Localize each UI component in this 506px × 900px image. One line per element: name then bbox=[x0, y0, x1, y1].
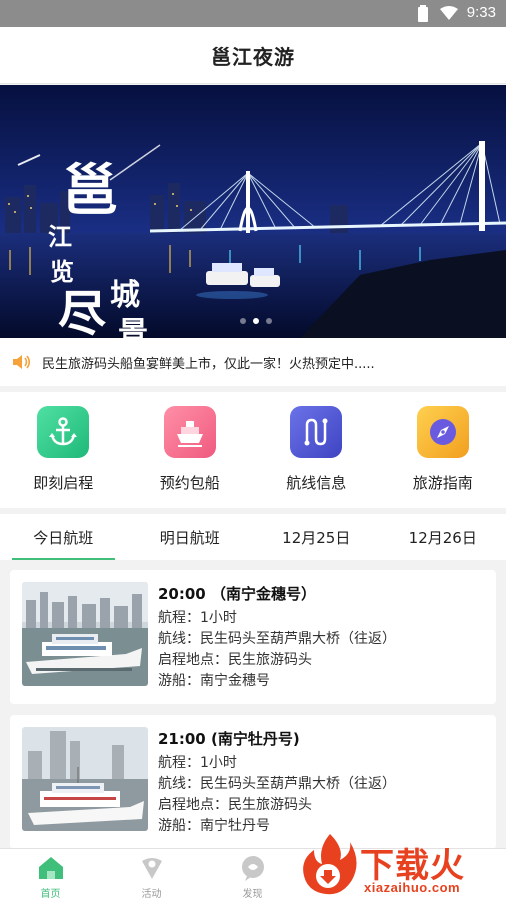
quick-menu-depart[interactable]: 即刻启程 bbox=[0, 392, 127, 508]
watermark-url: xiazaihuo.com bbox=[364, 880, 461, 895]
sailing-card[interactable]: 20:00 （南宁金穗号） 航程：1小时 航线：民生码头至葫芦鼎大桥（往返） 启… bbox=[10, 570, 496, 704]
date-tabs: 今日航班 明日航班 12月25日 12月26日 bbox=[0, 514, 506, 560]
carousel-dot-active[interactable] bbox=[253, 318, 259, 324]
quick-menu-guide[interactable]: 旅游指南 bbox=[380, 392, 506, 508]
tab-today[interactable]: 今日航班 bbox=[0, 514, 127, 560]
sailing-duration: 航程：1小时 bbox=[158, 610, 237, 626]
boat-photo bbox=[22, 727, 148, 831]
page-title: 邕江夜游 bbox=[211, 44, 295, 69]
anchor-icon bbox=[37, 406, 90, 458]
sailing-duration: 航程：1小时 bbox=[158, 755, 237, 771]
svg-text:尽: 尽 bbox=[58, 286, 106, 338]
carousel-indicator bbox=[240, 318, 272, 324]
sailing-info: 20:00 （南宁金穗号） 航程：1小时 航线：民生码头至葫芦鼎大桥（往返） 启… bbox=[158, 580, 488, 692]
quick-menu-label: 旅游指南 bbox=[412, 474, 473, 492]
sailing-departure: 启程地点：民生旅游码头 bbox=[158, 797, 312, 813]
notice-bar[interactable]: 民生旅游码头船鱼宴鲜美上市，仅此一家！火热预定中..... bbox=[0, 338, 506, 386]
nav-discover[interactable]: 发现 bbox=[202, 849, 303, 900]
app-header: 邕江夜游 bbox=[0, 27, 506, 84]
wifi-icon bbox=[440, 6, 458, 20]
quick-menu-charter[interactable]: 预约包船 bbox=[127, 392, 254, 508]
carousel-dot[interactable] bbox=[266, 318, 272, 324]
quick-menu-label: 预约包船 bbox=[159, 474, 220, 492]
home-icon bbox=[38, 857, 63, 879]
discover-icon bbox=[241, 856, 264, 881]
status-bar: 9:33 bbox=[0, 0, 506, 27]
flame-logo-icon bbox=[303, 834, 357, 895]
quick-menu-label: 航线信息 bbox=[286, 474, 347, 492]
sailing-title: 21:00 (南宁牡丹号) bbox=[158, 730, 300, 748]
sailing-title: 20:00 （南宁金穗号） bbox=[158, 585, 316, 603]
sailing-departure: 启程地点：民生旅游码头 bbox=[158, 652, 312, 668]
banner-image: 邕 江 览 尽 城 景 bbox=[0, 85, 506, 338]
status-time: 9:33 bbox=[466, 4, 496, 21]
ship-icon bbox=[163, 406, 216, 458]
tab-dec-26[interactable]: 12月26日 bbox=[380, 514, 506, 560]
sailing-route: 航线：民生码头至葫芦鼎大桥（往返） bbox=[158, 776, 396, 792]
tab-dec-25[interactable]: 12月25日 bbox=[253, 514, 380, 560]
route-icon bbox=[290, 406, 343, 458]
activity-icon bbox=[141, 858, 162, 879]
quick-menu-label: 即刻启程 bbox=[33, 474, 94, 492]
svg-text:览: 览 bbox=[50, 257, 74, 286]
carousel-dot[interactable] bbox=[240, 318, 246, 324]
sailing-card[interactable]: 21:00 (南宁牡丹号) 航程：1小时 航线：民生码头至葫芦鼎大桥（往返） 启… bbox=[10, 715, 496, 849]
nav-label: 首页 bbox=[40, 889, 61, 900]
banner-carousel[interactable]: 邕 江 览 尽 城 景 bbox=[0, 85, 506, 338]
sailing-info: 21:00 (南宁牡丹号) 航程：1小时 航线：民生码头至葫芦鼎大桥（往返） 启… bbox=[158, 725, 488, 837]
quick-menu-routes[interactable]: 航线信息 bbox=[253, 392, 380, 508]
svg-text:江: 江 bbox=[48, 222, 72, 251]
sailing-boat: 游船：南宁金穗号 bbox=[158, 673, 270, 689]
svg-text:景: 景 bbox=[118, 316, 148, 338]
tab-tomorrow[interactable]: 明日航班 bbox=[127, 514, 254, 560]
sailing-route: 航线：民生码头至葫芦鼎大桥（往返） bbox=[158, 631, 396, 647]
nav-home[interactable]: 首页 bbox=[0, 849, 101, 900]
compass-icon bbox=[416, 406, 469, 458]
nav-label: 发现 bbox=[242, 889, 263, 900]
quick-menu: 即刻启程 预约包船 航线信息 旅游指南 bbox=[0, 392, 506, 508]
speaker-icon bbox=[13, 355, 31, 369]
nav-activity[interactable]: 活动 bbox=[101, 849, 202, 900]
watermark-logo: 下载火 xiazaihuo.com bbox=[300, 832, 504, 898]
nav-label: 活动 bbox=[141, 889, 162, 900]
notice-text: 民生旅游码头船鱼宴鲜美上市，仅此一家！火热预定中..... bbox=[42, 356, 375, 372]
boat-photo bbox=[22, 582, 148, 686]
battery-icon bbox=[418, 5, 428, 22]
svg-text:邕: 邕 bbox=[62, 158, 118, 224]
svg-text:城: 城 bbox=[110, 278, 140, 313]
